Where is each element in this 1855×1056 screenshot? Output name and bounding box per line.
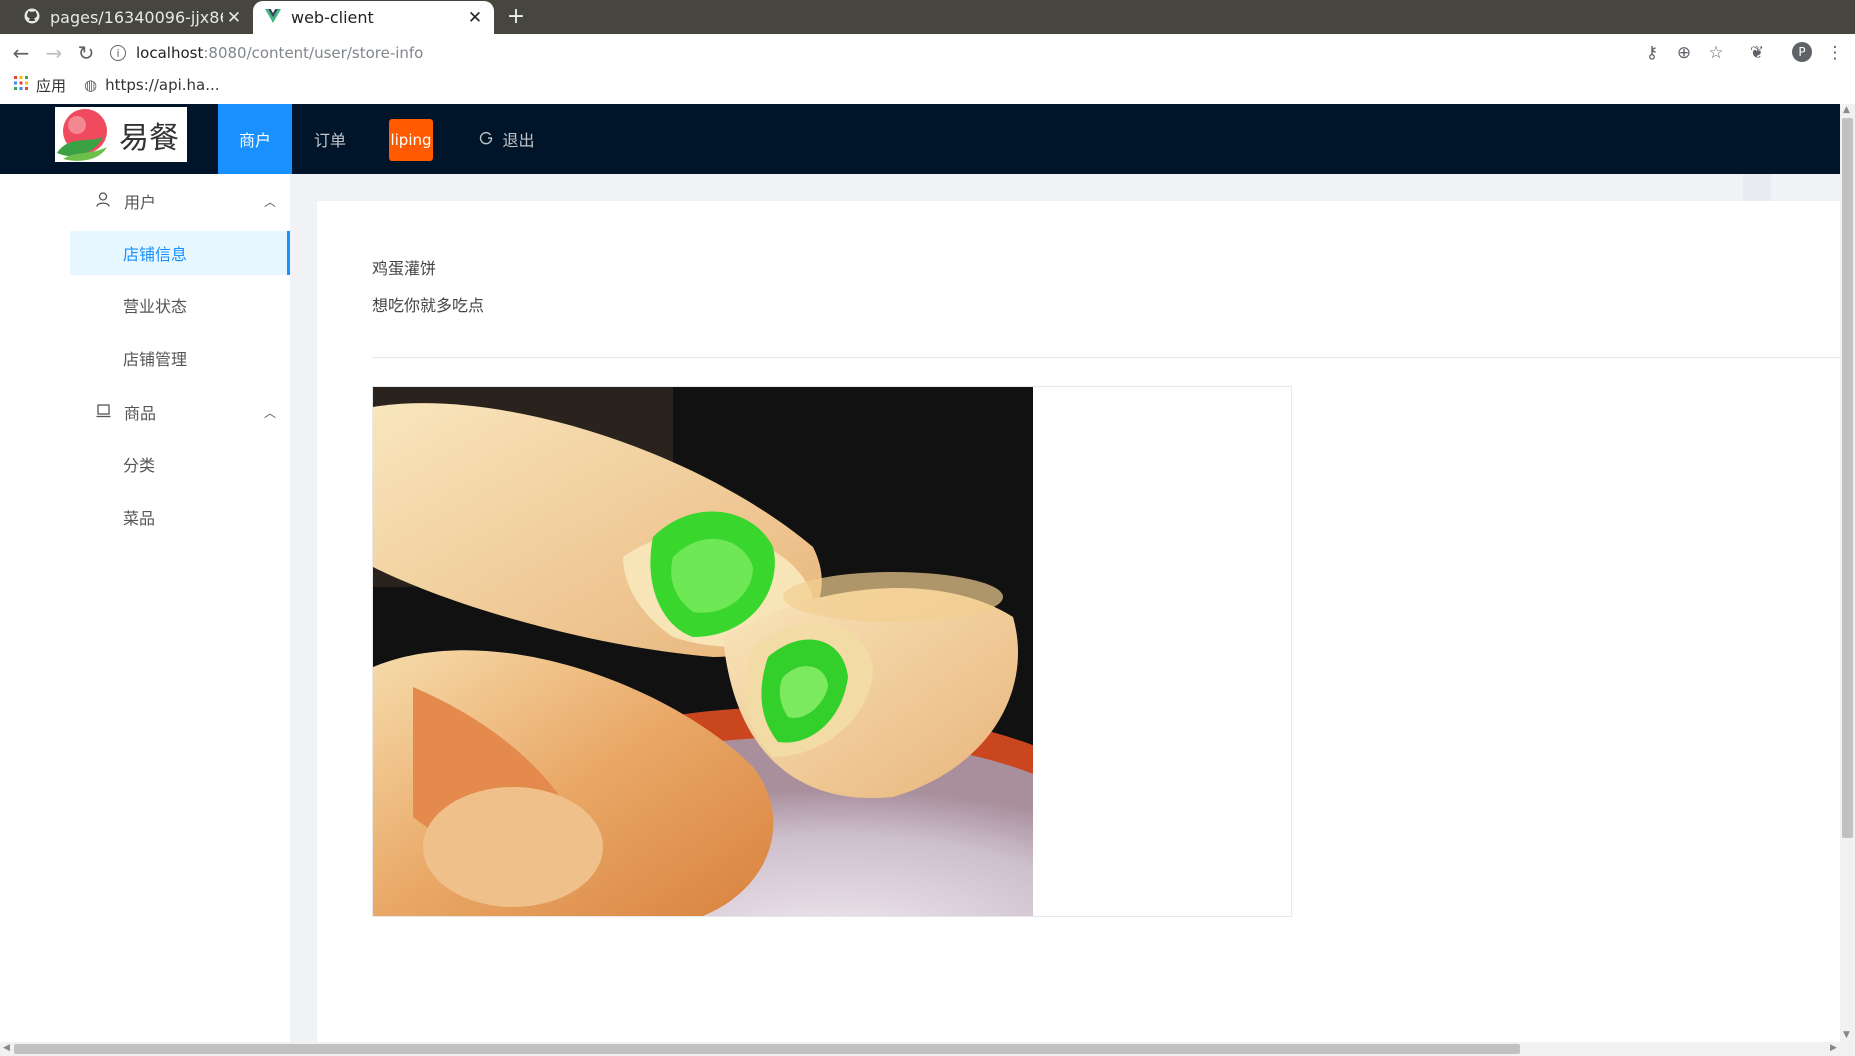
vertical-scroll-thumb[interactable] [1842,118,1853,838]
chevron-up-icon: ︿ [263,194,276,209]
logout-label: 退出 [502,131,535,150]
nav-user-badge[interactable]: liping [389,119,433,161]
reload-icon[interactable]: ↻ [73,42,99,64]
address-bar[interactable]: i localhost:8080/content/user/store-info [110,39,1590,67]
sidebar-group-label: 商品 [124,404,157,423]
scroll-up-arrow-icon[interactable]: ▲ [1843,105,1850,115]
profile-avatar[interactable]: P [1792,42,1812,62]
star-icon[interactable]: ☆ [1705,42,1727,64]
menu-kebab-icon[interactable]: ⋮ [1824,42,1846,64]
laptop-icon [96,403,112,422]
bookmark-apps[interactable]: 应用 [14,75,66,96]
new-tab-button[interactable]: + [503,4,529,30]
horizontal-scroll-thumb[interactable] [14,1044,1520,1054]
sidebar-item-category[interactable]: 分类 [70,442,290,486]
info-icon[interactable]: i [110,45,126,61]
close-tab-icon[interactable]: ✕ [464,8,486,28]
peach-logo-icon [57,109,107,161]
sidebar-group-label: 用户 [124,193,157,212]
app-logo[interactable]: 易餐 [55,107,187,162]
sidebar-group-user[interactable]: 用户 ︿ [96,181,276,221]
sidebar-item-store-info[interactable]: 店铺信息 [70,231,290,275]
bookmark-label: https://api.ha... [105,76,220,94]
tab-title: pages/16340096-jjx8622jjx [50,8,223,27]
forward-arrow-icon[interactable]: → [41,42,67,64]
sidebar-item-dishes[interactable]: 菜品 [70,495,290,539]
sidebar-group-goods[interactable]: 商品 ︿ [96,392,276,432]
nav-merchant[interactable]: 商户 [218,104,292,174]
vue-icon [265,8,281,27]
key-icon[interactable]: ⚷ [1641,42,1663,64]
scroll-left-arrow-icon[interactable]: ◀ [3,1043,10,1053]
store-image [373,387,1033,916]
sidebar-item-store-management[interactable]: 店铺管理 [70,336,290,380]
globe-icon: ◍ [84,76,98,94]
user-icon [96,191,112,211]
logo-text: 易餐 [119,120,179,156]
url-path: :8080/content/user/store-info [203,44,424,62]
browser-tab-web-client[interactable]: web-client ✕ [253,1,494,34]
chevron-up-icon: ︿ [263,405,276,420]
bookmark-label: 应用 [36,76,67,95]
bookmark-api[interactable]: ◍ https://api.ha... [84,76,220,94]
logout-icon [479,130,493,149]
github-icon [24,8,40,28]
apps-grid-icon [14,76,28,94]
nav-orders[interactable]: 订单 [296,104,364,174]
scroll-down-arrow-icon[interactable]: ▼ [1843,1030,1850,1040]
scroll-right-arrow-icon[interactable]: ▶ [1830,1043,1837,1053]
url-host: localhost [136,44,204,62]
store-name: 鸡蛋灌饼 [372,259,437,278]
zoom-icon[interactable]: ⊕ [1673,42,1695,64]
extension-icon[interactable]: ❦ [1746,42,1768,64]
browser-tab-github[interactable]: pages/16340096-jjx8622jjx ✕ [0,1,253,34]
sidebar-item-business-status[interactable]: 营业状态 [70,283,290,327]
nav-logout[interactable]: 退出 [473,104,541,174]
bookmarks-bar: 应用 ◍ https://api.ha... [0,70,220,100]
divider [372,357,1840,358]
back-arrow-icon[interactable]: ← [8,42,34,64]
close-tab-icon[interactable]: ✕ [223,8,245,28]
tab-title: web-client [291,8,374,27]
store-slogan: 想吃你就多吃点 [372,296,485,315]
